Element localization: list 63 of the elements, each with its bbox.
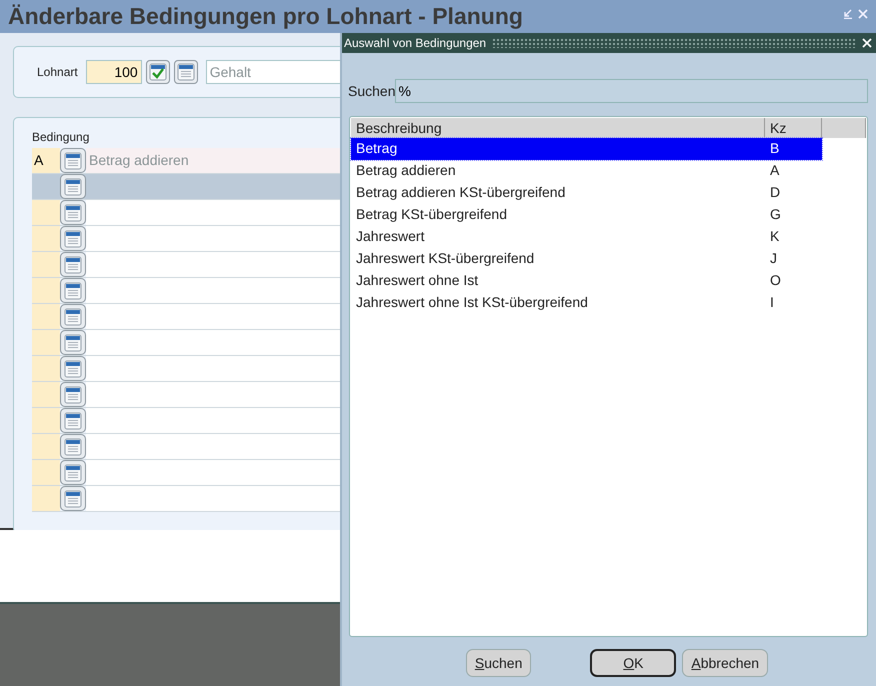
code-cell[interactable]	[32, 226, 60, 251]
code-cell[interactable]	[32, 434, 60, 459]
code-cell-text: D	[769, 183, 782, 202]
code-cell[interactable]	[32, 356, 60, 381]
description-cell-text: Betrag addieren KSt-übergreifend	[355, 183, 566, 202]
list-row[interactable]: Jahreswert ohne Ist KSt-übergreifend I	[351, 292, 822, 314]
document-icon[interactable]	[60, 408, 86, 433]
document-icon[interactable]	[60, 356, 86, 381]
column-heading: Bedingung	[32, 130, 90, 144]
document-icon[interactable]	[60, 434, 86, 459]
code-cell[interactable]	[32, 330, 60, 355]
description-cell-text: Jahreswert	[355, 227, 426, 246]
description-cell-text: Betrag	[355, 139, 398, 158]
document-icon[interactable]	[60, 148, 86, 173]
cancel-button[interactable]: Abbrechen	[682, 649, 768, 677]
code-cell-text: K	[769, 227, 780, 246]
document-icon[interactable]	[174, 60, 198, 84]
list-row[interactable]: Jahreswert KSt-übergreifend J	[351, 248, 822, 270]
code-cell[interactable]	[32, 460, 60, 485]
document-icon[interactable]	[60, 460, 86, 485]
description-cell-text: Jahreswert KSt-übergreifend	[355, 249, 536, 268]
search-button[interactable]: Suchen	[466, 649, 532, 677]
code-cell[interactable]	[32, 200, 60, 225]
list-row[interactable]: Betrag KSt-übergreifend G	[351, 204, 822, 226]
document-icon[interactable]	[60, 304, 86, 329]
code-cell[interactable]	[32, 304, 60, 329]
code-cell-text: G	[769, 205, 782, 224]
search-label: Suchen	[348, 83, 396, 99]
code-cell[interactable]: A	[32, 148, 60, 173]
document-icon[interactable]	[60, 200, 86, 225]
code-cell[interactable]	[32, 252, 60, 277]
document-icon[interactable]	[60, 486, 86, 511]
document-icon[interactable]	[60, 252, 86, 277]
list-row[interactable]: Betrag B	[351, 138, 822, 160]
code-cell-text: O	[769, 271, 782, 290]
document-icon[interactable]	[60, 174, 86, 199]
document-icon[interactable]	[60, 382, 86, 407]
description-cell-text: Betrag addieren	[355, 161, 457, 180]
code-cell[interactable]	[32, 486, 60, 511]
document-icon[interactable]	[60, 278, 86, 303]
check-icon[interactable]	[146, 60, 170, 84]
field-label: Lohnart	[37, 65, 78, 79]
list-row[interactable]: Jahreswert ohne Ist O	[351, 270, 822, 292]
description-cell-text: Betrag KSt-übergreifend	[355, 205, 508, 224]
code-cell-text: I	[769, 293, 775, 312]
search-field[interactable]: %	[395, 79, 868, 103]
document-icon[interactable]	[60, 330, 86, 355]
ok-button[interactable]: OK	[590, 649, 676, 677]
dialog-title: Auswahl von Bedingungen	[344, 36, 486, 50]
code-cell[interactable]	[32, 278, 60, 303]
list-row[interactable]: Jahreswert K	[351, 226, 822, 248]
number-field[interactable]: 100	[86, 60, 142, 84]
list-row[interactable]: Betrag addieren A	[351, 160, 822, 182]
code-cell-text: B	[769, 139, 780, 158]
code-cell-text: J	[769, 249, 778, 268]
document-icon[interactable]	[60, 226, 86, 251]
list-row[interactable]: Betrag addieren KSt-übergreifend D	[351, 182, 822, 204]
description-cell-text: Jahreswert ohne Ist KSt-übergreifend	[355, 293, 589, 312]
description-cell-text: Jahreswert ohne Ist	[355, 271, 480, 290]
code-cell-text: A	[769, 161, 780, 180]
code-cell[interactable]	[32, 408, 60, 433]
code-cell[interactable]	[32, 382, 60, 407]
window-title: Änderbare Bedingungen pro Lohnart - Planung	[8, 3, 523, 30]
